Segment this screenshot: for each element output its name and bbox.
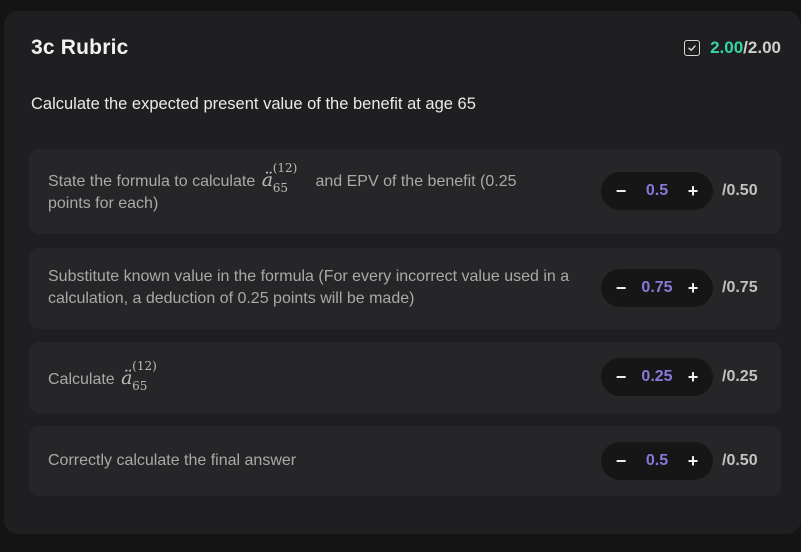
decrement-button[interactable]: − <box>613 451 629 472</box>
item-text-before: Calculate <box>48 371 115 388</box>
increment-button[interactable]: + <box>685 367 701 388</box>
increment-button[interactable]: + <box>685 451 701 472</box>
score-stepper: − 0.75 + <box>601 269 713 307</box>
item-text-after: and EPV of the benefit (0.25 <box>315 173 517 190</box>
rubric-item-final-answer: Correctly calculate the final answer − 0… <box>29 426 781 496</box>
item-max-score: /0.25 <box>722 368 758 385</box>
item-max-score: /0.50 <box>722 182 758 199</box>
item-max-score: /0.50 <box>722 452 758 469</box>
item-text-before: State the formula to calculate <box>48 173 256 190</box>
decrement-button[interactable]: − <box>613 367 629 388</box>
increment-button[interactable]: + <box>685 181 701 202</box>
score-value[interactable]: 0.25 <box>641 368 672 386</box>
math-base: ä <box>261 169 274 191</box>
score-value[interactable]: 0.75 <box>641 279 672 297</box>
item-text-line2: points for each) <box>48 195 159 212</box>
rubric-item-calculate-annuity: Calculate ä (12) 65 − 0.25 + /0.25 <box>29 342 781 413</box>
item-max-score: /0.75 <box>722 279 758 296</box>
annuity-symbol: ä (12) 65 <box>261 161 298 195</box>
rubric-item-description: Calculate ä (12) 65 <box>48 359 596 393</box>
total-score: 2.00/2.00 <box>684 38 781 58</box>
rubric-header: 3c Rubric 2.00/2.00 <box>31 35 781 61</box>
score-stepper: − 0.25 + <box>601 358 713 396</box>
increment-button[interactable]: + <box>685 278 701 299</box>
math-subscript: 65 <box>132 379 148 393</box>
rubric-title: 3c Rubric <box>31 36 129 59</box>
score-value[interactable]: 0.5 <box>646 182 668 200</box>
rubric-item-substitute: Substitute known value in the formula (F… <box>29 248 781 329</box>
rubric-item-description: Substitute known value in the formula (F… <box>48 268 570 307</box>
decrement-button[interactable]: − <box>613 181 629 202</box>
checkmark-icon <box>688 45 696 52</box>
annuity-symbol: ä (12) 65 <box>121 359 157 393</box>
rubric-item-description: Correctly calculate the final answer <box>48 452 297 469</box>
rubric-panel: 3c Rubric 2.00/2.00 Calculate the expect… <box>4 11 801 534</box>
score-awarded: 2.00 <box>710 38 744 57</box>
math-base: ä <box>121 367 133 389</box>
rubric-item-formula: State the formula to calculate ä (12) 65 a… <box>29 149 781 234</box>
checkbox-check-icon[interactable] <box>684 40 701 56</box>
math-superscript: (12) <box>272 161 298 175</box>
score-stepper: − 0.5 + <box>601 442 713 480</box>
rubric-item-description: State the formula to calculate ä (12) 65 a… <box>48 161 596 215</box>
score-value[interactable]: 0.5 <box>646 452 668 470</box>
math-superscript: (12) <box>132 359 157 373</box>
question-text: Calculate the expected present value of … <box>31 95 476 113</box>
math-subscript: 65 <box>272 181 288 195</box>
score-stepper: − 0.5 + <box>601 172 713 210</box>
decrement-button[interactable]: − <box>613 278 629 299</box>
score-maximum: 2.00 <box>747 38 781 57</box>
